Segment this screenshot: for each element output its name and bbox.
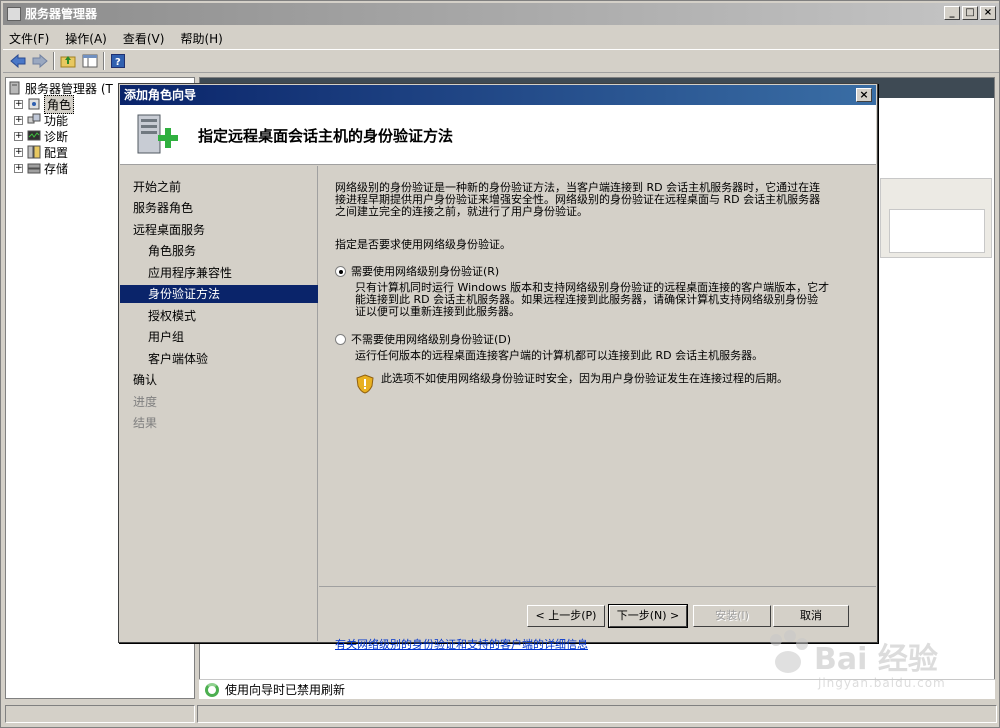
wizard-banner: 指定远程桌面会话主机的身份验证方法	[120, 105, 876, 165]
help-icon[interactable]: ?	[109, 52, 127, 70]
next-button[interactable]: 下一步(N) >	[608, 604, 688, 628]
paw-logo-icon	[770, 630, 808, 673]
step-results: 结果	[133, 416, 158, 430]
step-role-services[interactable]: 角色服务	[120, 242, 318, 260]
menubar: 文件(F) 操作(A) 查看(V) 帮助(H)	[3, 27, 999, 49]
radio-no-nla-label[interactable]: 不需要使用网络级别身份验证(D)	[351, 334, 511, 346]
configuration-icon	[27, 145, 41, 159]
back-arrow-icon[interactable]	[9, 52, 27, 70]
expand-icon[interactable]: +	[14, 147, 23, 157]
watermark-text: Bai 经验	[814, 642, 938, 677]
wizard-step-list: 开始之前 服务器角色 远程桌面服务 角色服务 应用程序兼容性 身份验证方法 授权…	[120, 166, 318, 641]
install-button: 安装(I)	[693, 605, 771, 627]
expand-icon[interactable]: +	[14, 131, 23, 141]
tree-item-label: 存储	[44, 161, 69, 176]
add-role-server-icon	[128, 111, 180, 163]
wizard-heading: 指定远程桌面会话主机的身份验证方法	[198, 127, 454, 145]
features-icon	[27, 113, 41, 127]
statusbar-segment	[5, 705, 195, 723]
storage-icon	[27, 161, 41, 175]
up-folder-icon[interactable]	[59, 52, 77, 70]
expand-icon[interactable]: +	[14, 163, 23, 173]
tree-item-roles[interactable]: + 角色	[14, 94, 75, 114]
svg-text:?: ?	[115, 57, 121, 68]
question-text: 指定是否要求使用网络级身份验证。	[335, 238, 511, 251]
step-remote-desktop-services[interactable]: 远程桌面服务	[120, 221, 318, 239]
menu-file[interactable]: 文件(F)	[9, 30, 49, 47]
refresh-icon	[205, 682, 219, 697]
add-roles-wizard-dialog: 添加角色向导 × 指定远程桌面会话主机的身份验证方法 开始之前 服务器角色 远程…	[118, 83, 878, 651]
cancel-button[interactable]: 取消	[773, 605, 849, 627]
shield-warning-icon	[355, 374, 375, 394]
show-hide-tree-icon[interactable]	[81, 52, 99, 70]
roles-icon	[27, 97, 41, 111]
tree-item-label: 配置	[44, 145, 69, 160]
menu-view[interactable]: 查看(V)	[123, 30, 165, 47]
menu-help[interactable]: 帮助(H)	[180, 30, 222, 47]
statusbar-segment	[197, 705, 997, 723]
back-button[interactable]: < 上一步(P)	[527, 605, 605, 627]
server-manager-icon	[7, 7, 21, 21]
step-licensing-mode[interactable]: 授权模式	[120, 307, 318, 325]
refresh-status-text: 使用向导时已禁用刷新	[225, 683, 346, 697]
forward-arrow-icon[interactable]	[31, 52, 49, 70]
app-statusbar	[3, 703, 999, 725]
tree-item-storage[interactable]: + 存储	[14, 160, 68, 176]
radio-no-nla[interactable]	[335, 334, 346, 345]
background-panel	[880, 178, 992, 258]
tree-item-configuration[interactable]: + 配置	[14, 144, 68, 160]
expand-icon[interactable]: +	[14, 99, 23, 109]
warning-text: 此选项不如使用网络级身份验证时安全，因为用户身份验证发生在连接过程的后期。	[381, 372, 788, 385]
step-user-groups[interactable]: 用户组	[120, 328, 318, 346]
close-button[interactable]: ×	[980, 6, 996, 20]
intro-line-3: 之间建立完全的连接之前，就进行了用户身份验证。	[335, 205, 588, 218]
option1-desc-line-3: 证以便可以重新连接到此服务器。	[355, 305, 520, 318]
tree-item-label: 功能	[44, 113, 69, 128]
step-before-you-begin[interactable]: 开始之前	[120, 178, 318, 196]
app-title: 服务器管理器	[25, 7, 98, 21]
step-client-experience[interactable]: 客户端体验	[120, 350, 318, 368]
wizard-close-button[interactable]: ×	[856, 88, 872, 102]
menu-action[interactable]: 操作(A)	[65, 30, 107, 47]
step-progress: 进度	[133, 395, 158, 409]
app-titlebar[interactable]: 服务器管理器 _ □ ×	[3, 3, 999, 25]
wizard-content: 网络级别的身份验证是一种新的身份验证方法，当客户端连接到 RD 会话主机服务器时…	[319, 166, 876, 651]
diagnostics-icon	[27, 129, 41, 143]
tree-item-diagnostics[interactable]: + 诊断	[14, 128, 68, 144]
radio-require-nla-label[interactable]: 需要使用网络级别身份验证(R)	[351, 266, 499, 278]
toolbar-separator	[103, 52, 105, 70]
toolbar: ?	[3, 49, 999, 73]
wizard-titlebar[interactable]: 添加角色向导 ×	[120, 85, 876, 105]
tree-item-label: 诊断	[44, 129, 69, 144]
baidu-jingyan-watermark: Bai 经验 jingyan.baidu.com	[762, 628, 945, 698]
server-icon	[8, 81, 22, 95]
expand-icon[interactable]: +	[14, 115, 23, 125]
step-application-compatibility[interactable]: 应用程序兼容性	[120, 264, 318, 282]
option2-desc: 运行任何版本的远程桌面连接客户端的计算机都可以连接到此 RD 会话主机服务器。	[355, 349, 764, 362]
minimize-button[interactable]: _	[944, 6, 960, 20]
step-confirmation[interactable]: 确认	[120, 371, 318, 389]
toolbar-separator	[53, 52, 55, 70]
tree-item-features[interactable]: + 功能	[14, 112, 68, 128]
step-server-roles[interactable]: 服务器角色	[120, 199, 318, 217]
watermark-url: jingyan.baidu.com	[818, 676, 946, 690]
maximize-button[interactable]: □	[962, 6, 978, 20]
wizard-title: 添加角色向导	[124, 88, 197, 102]
radio-require-nla[interactable]	[335, 266, 346, 277]
step-authentication-method[interactable]: 身份验证方法	[120, 285, 318, 303]
